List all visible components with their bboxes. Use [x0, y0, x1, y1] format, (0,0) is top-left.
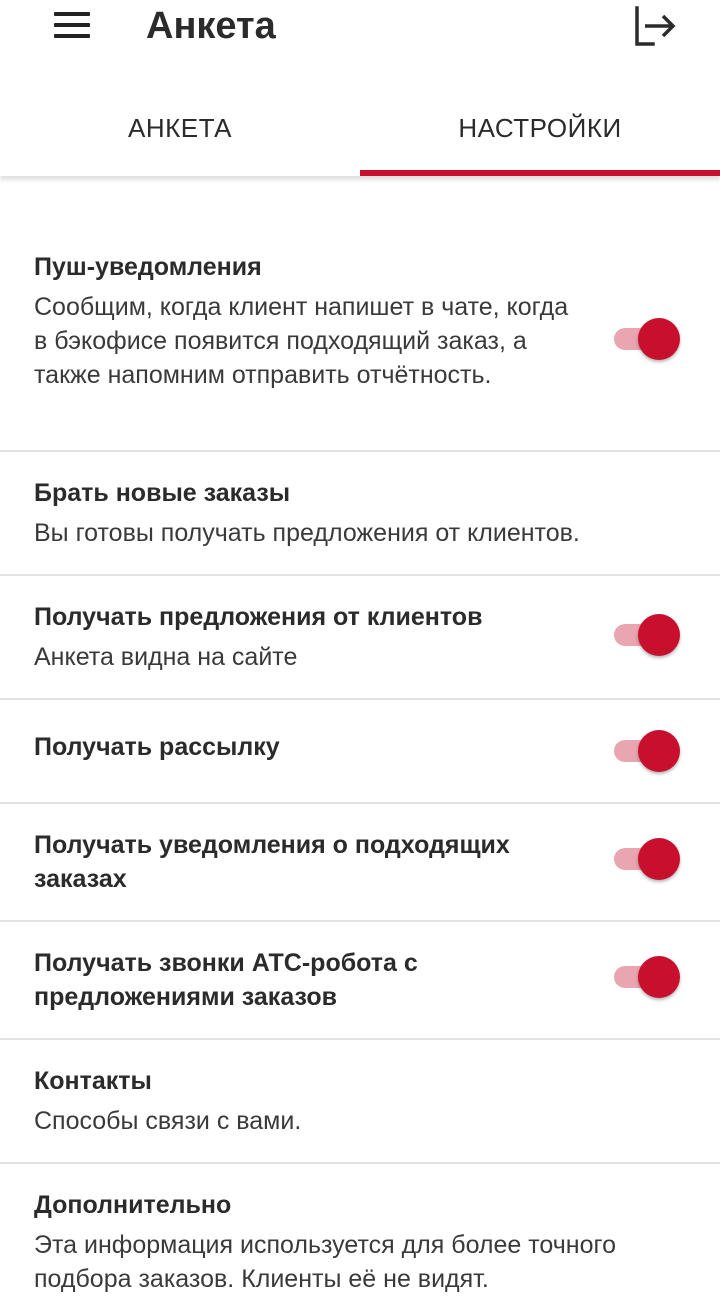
setting-description: Эта информация используется для более то… — [34, 1231, 616, 1293]
setting-matching-orders-notifications[interactable]: Получать уведомления о подходящих заказа… — [0, 804, 720, 922]
hamburger-menu-icon[interactable] — [52, 8, 96, 44]
setting-additional[interactable]: Дополнительно Эта информация используетс… — [0, 1164, 720, 1310]
setting-description: Вы готовы получать предложения от клиент… — [34, 519, 580, 547]
setting-title: Брать новые заказы — [34, 479, 291, 507]
setting-description: Способы связи с вами. — [34, 1107, 302, 1135]
setting-contacts[interactable]: Контакты Способы связи с вами. — [0, 1040, 720, 1164]
toggle-knob — [638, 956, 680, 998]
setting-title: Дополнительно — [34, 1191, 232, 1219]
push-notifications-toggle[interactable] — [614, 316, 680, 362]
logout-arrow-icon[interactable] — [628, 4, 680, 48]
matching-orders-toggle[interactable] — [614, 836, 680, 882]
app-bar: Анкета — [0, 0, 720, 56]
tab-anketa[interactable]: АНКЕТА — [0, 84, 360, 176]
tab-settings[interactable]: НАСТРОЙКИ — [360, 84, 720, 176]
toggle-knob — [638, 838, 680, 880]
setting-title: Контакты — [34, 1067, 152, 1095]
setting-take-new-orders[interactable]: Брать новые заказы Вы готовы получать пр… — [0, 452, 720, 576]
client-offers-toggle[interactable] — [614, 612, 680, 658]
setting-title: Получать предложения от клиентов — [34, 603, 483, 631]
setting-description: Сообщим, когда клиент напишет в чате, ко… — [34, 293, 569, 389]
setting-title: Пуш-уведомления — [34, 253, 262, 281]
newsletter-toggle[interactable] — [614, 728, 680, 774]
tab-bar: АНКЕТА НАСТРОЙКИ — [0, 84, 720, 176]
robot-calls-toggle[interactable] — [614, 954, 680, 1000]
page-title: Анкета — [146, 5, 276, 47]
setting-newsletter[interactable]: Получать рассылку — [0, 700, 720, 804]
toggle-knob — [638, 730, 680, 772]
toggle-knob — [638, 318, 680, 360]
setting-title: Получать уведомления о подходящих заказа… — [34, 831, 510, 893]
toggle-knob — [638, 614, 680, 656]
settings-list: Пуш-уведомления Сообщим, когда клиент на… — [0, 228, 720, 1310]
setting-push-notifications[interactable]: Пуш-уведомления Сообщим, когда клиент на… — [0, 228, 720, 452]
app-screen: Анкета АНКЕТА НАСТРОЙКИ Пуш-уведомления … — [0, 0, 720, 1310]
setting-title: Получать звонки АТС-робота с предложения… — [34, 949, 418, 1011]
setting-robot-calls[interactable]: Получать звонки АТС-робота с предложения… — [0, 922, 720, 1040]
setting-description: Анкета видна на сайте — [34, 643, 298, 671]
setting-client-offers[interactable]: Получать предложения от клиентов Анкета … — [0, 576, 720, 700]
setting-title: Получать рассылку — [34, 733, 280, 761]
